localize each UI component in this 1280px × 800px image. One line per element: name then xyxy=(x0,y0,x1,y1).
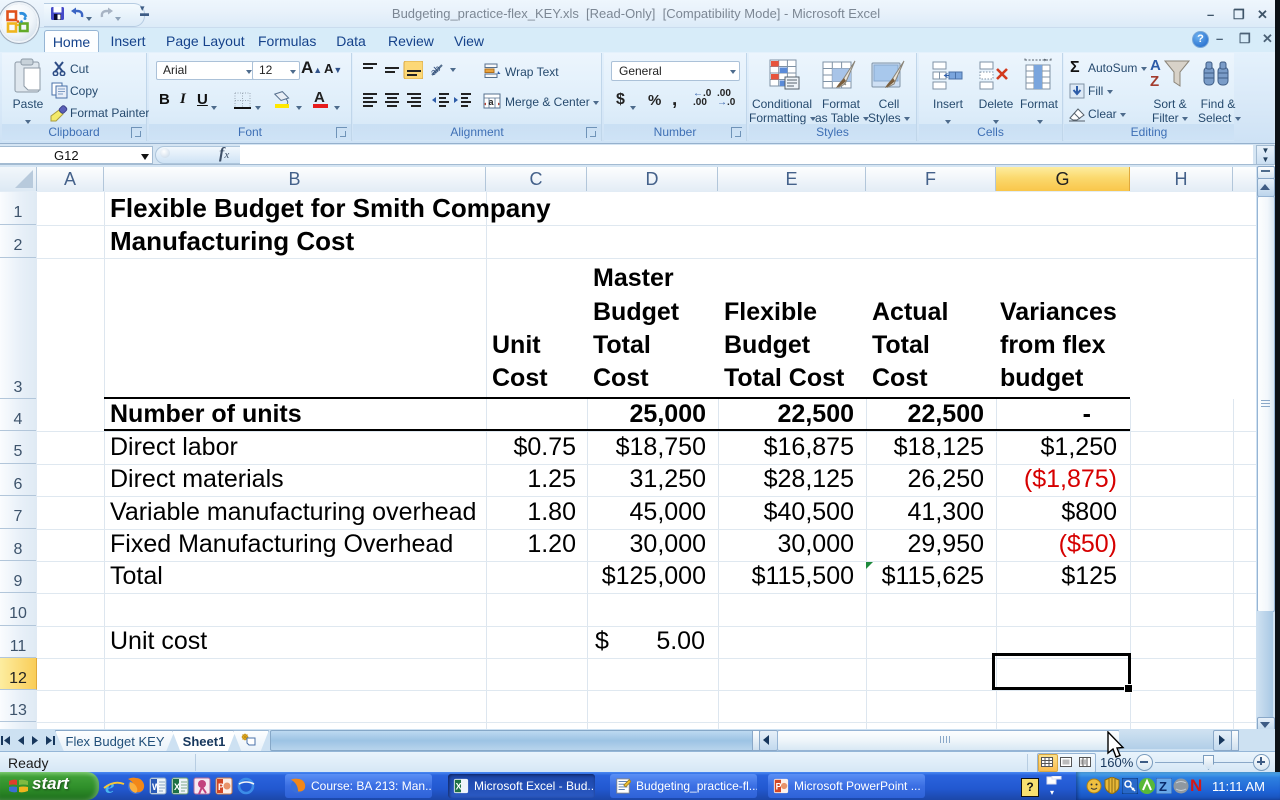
svg-text:P: P xyxy=(776,782,782,792)
svg-text:X: X xyxy=(456,782,462,792)
svg-text:P: P xyxy=(218,782,224,792)
svg-text:Z: Z xyxy=(1159,779,1167,794)
svg-text:X: X xyxy=(174,782,180,792)
